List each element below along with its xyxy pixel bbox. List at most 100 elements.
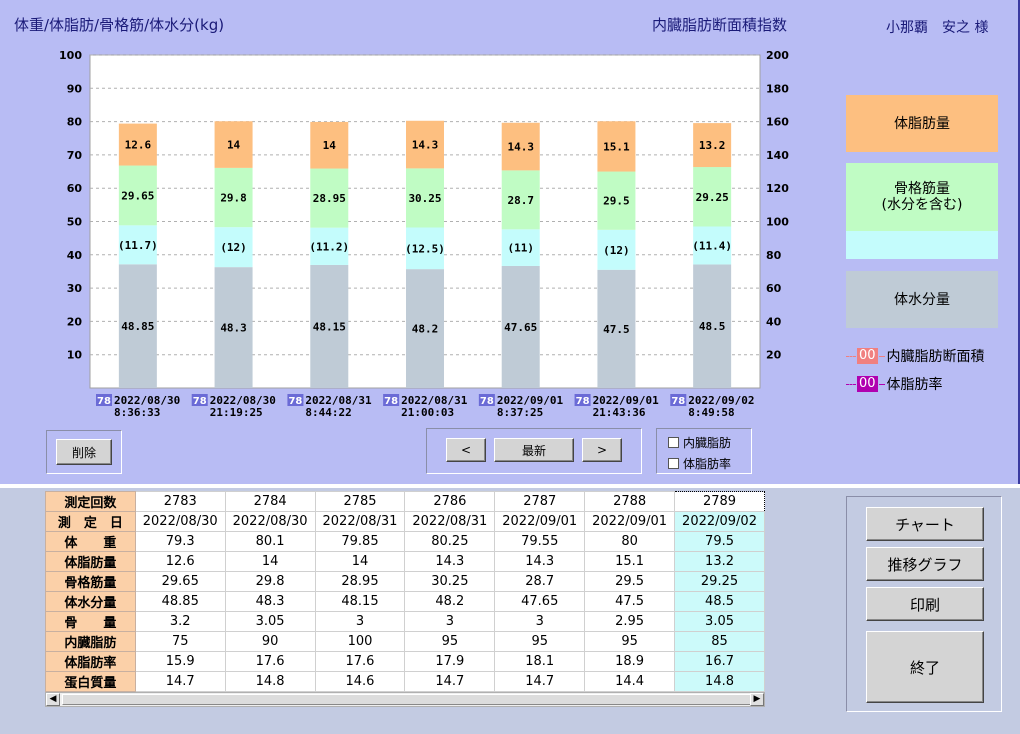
y-right-tick-label: 40	[766, 315, 782, 328]
table-cell[interactable]: 90	[224, 631, 316, 652]
visceral-checkbox[interactable]: 内臓脂肪	[668, 434, 731, 451]
print-button[interactable]: 印刷	[866, 587, 984, 621]
table-cell[interactable]: 48.15	[314, 591, 406, 612]
y-right-tick-label: 20	[766, 349, 782, 362]
table-cell[interactable]: 48.85	[134, 591, 226, 612]
table-cell[interactable]: 29.65	[134, 571, 226, 592]
table-cell[interactable]: 14	[314, 551, 406, 572]
grid-horizontal-scrollbar[interactable]: ◀ ▶	[45, 692, 765, 707]
legend-fat-label: 体脂肪量	[894, 115, 950, 132]
delete-button[interactable]: 削除	[56, 439, 112, 465]
table-cell[interactable]: 14.6	[314, 671, 406, 692]
bodyfat-checkbox[interactable]: 体脂肪率	[668, 455, 731, 472]
visceral-dash	[846, 355, 856, 357]
table-cell[interactable]: 2787	[494, 491, 586, 512]
table-cell[interactable]: 15.9	[134, 651, 226, 672]
bar-water-label: 47.5	[603, 323, 630, 336]
table-cell[interactable]: 79.3	[134, 531, 226, 552]
table-cell[interactable]: 80.25	[404, 531, 496, 552]
table-cell[interactable]: 48.2	[404, 591, 496, 612]
legend-bodyfat-rate: 00 体脂肪率	[846, 374, 943, 394]
table-cell[interactable]: 85	[674, 631, 765, 652]
table-cell[interactable]: 18.1	[494, 651, 586, 672]
table-cell[interactable]: 2022/09/01	[494, 511, 586, 532]
table-cell[interactable]: 95	[404, 631, 496, 652]
chart-button[interactable]: チャート	[866, 507, 984, 541]
table-cell[interactable]: 2784	[224, 491, 316, 512]
table-cell[interactable]: 79.5	[674, 531, 765, 552]
y-right-tick-label: 60	[766, 282, 782, 295]
table-cell[interactable]: 80	[584, 531, 676, 552]
table-cell[interactable]: 29.25	[674, 571, 765, 592]
table-cell[interactable]: 14.4	[584, 671, 676, 692]
table-cell[interactable]: 29.8	[224, 571, 316, 592]
prev-button[interactable]: <	[446, 438, 486, 462]
scroll-right-icon[interactable]: ▶	[750, 693, 764, 706]
scroll-thumb[interactable]	[62, 694, 752, 705]
table-cell[interactable]: 2022/08/30	[134, 511, 226, 532]
table-cell[interactable]: 2022/08/31	[404, 511, 496, 532]
table-cell[interactable]: 2783	[134, 491, 226, 512]
latest-button[interactable]: 最新	[494, 438, 574, 462]
table-row: 骨格筋量 29.65 29.8 28.95 30.25 28.7 29.5 29.25	[45, 571, 765, 592]
table-cell[interactable]: 2788	[584, 491, 676, 512]
table-cell[interactable]: 14.3	[494, 551, 586, 572]
table-cell[interactable]: 28.95	[314, 571, 406, 592]
table-cell[interactable]: 28.7	[494, 571, 586, 592]
table-cell[interactable]: 100	[314, 631, 406, 652]
table-cell[interactable]: 48.3	[224, 591, 316, 612]
table-cell[interactable]: 14.8	[224, 671, 316, 692]
table-cell[interactable]: 3.2	[134, 611, 226, 632]
table-cell[interactable]: 12.6	[134, 551, 226, 572]
table-cell[interactable]: 2022/09/02	[674, 511, 765, 532]
table-cell[interactable]: 2785	[314, 491, 406, 512]
exit-button[interactable]: 終了	[866, 631, 984, 703]
table-cell[interactable]: 3	[314, 611, 406, 632]
table-cell[interactable]: 79.55	[494, 531, 586, 552]
table-cell[interactable]: 14	[224, 551, 316, 572]
table-cell[interactable]: 75	[134, 631, 226, 652]
legend-visceral-area: 00 内臓脂肪断面積	[846, 346, 985, 366]
table-cell[interactable]: 95	[494, 631, 586, 652]
table-cell[interactable]: 15.1	[584, 551, 676, 572]
y-left-tick-label: 20	[67, 315, 83, 328]
table-cell[interactable]: 80.1	[224, 531, 316, 552]
table-cell[interactable]: 13.2	[674, 551, 765, 572]
y-left-tick-label: 90	[67, 82, 83, 95]
table-cell[interactable]: 2022/09/01	[584, 511, 676, 532]
table-cell[interactable]: 30.25	[404, 571, 496, 592]
table-cell[interactable]: 3	[404, 611, 496, 632]
table-cell[interactable]: 14.8	[674, 671, 765, 692]
table-cell[interactable]: 3	[494, 611, 586, 632]
table-cell[interactable]: 17.6	[224, 651, 316, 672]
table-cell[interactable]: 2789	[674, 491, 765, 512]
trend-graph-button[interactable]: 推移グラフ	[866, 547, 984, 581]
table-cell[interactable]: 95	[584, 631, 676, 652]
y-left-tick-label: 30	[67, 282, 83, 295]
table-cell[interactable]: 2022/08/31	[314, 511, 406, 532]
table-cell[interactable]: 29.5	[584, 571, 676, 592]
checkbox-box[interactable]	[668, 437, 679, 448]
table-cell[interactable]: 47.65	[494, 591, 586, 612]
table-cell[interactable]: 2022/08/30	[224, 511, 316, 532]
table-cell[interactable]: 16.7	[674, 651, 765, 672]
measurement-grid[interactable]: 測定回数 2783 2784 2785 2786 2787 2788 2789 測 定 日 202…	[45, 491, 765, 692]
table-cell[interactable]: 3.05	[224, 611, 316, 632]
table-cell[interactable]: 47.5	[584, 591, 676, 612]
table-cell[interactable]: 14.7	[404, 671, 496, 692]
table-cell[interactable]: 2.95	[584, 611, 676, 632]
legend-muscle-label: 骨格筋量 (水分を含む)	[881, 181, 963, 213]
table-cell[interactable]: 3.05	[674, 611, 765, 632]
table-cell[interactable]: 14.7	[134, 671, 226, 692]
table-cell[interactable]: 17.6	[314, 651, 406, 672]
table-cell[interactable]: 14.7	[494, 671, 586, 692]
table-cell[interactable]: 79.85	[314, 531, 406, 552]
scroll-left-icon[interactable]: ◀	[46, 693, 60, 706]
table-cell[interactable]: 48.5	[674, 591, 765, 612]
next-button[interactable]: >	[582, 438, 622, 462]
table-cell[interactable]: 2786	[404, 491, 496, 512]
table-cell[interactable]: 14.3	[404, 551, 496, 572]
table-cell[interactable]: 18.9	[584, 651, 676, 672]
checkbox-box[interactable]	[668, 458, 679, 469]
table-cell[interactable]: 17.9	[404, 651, 496, 672]
